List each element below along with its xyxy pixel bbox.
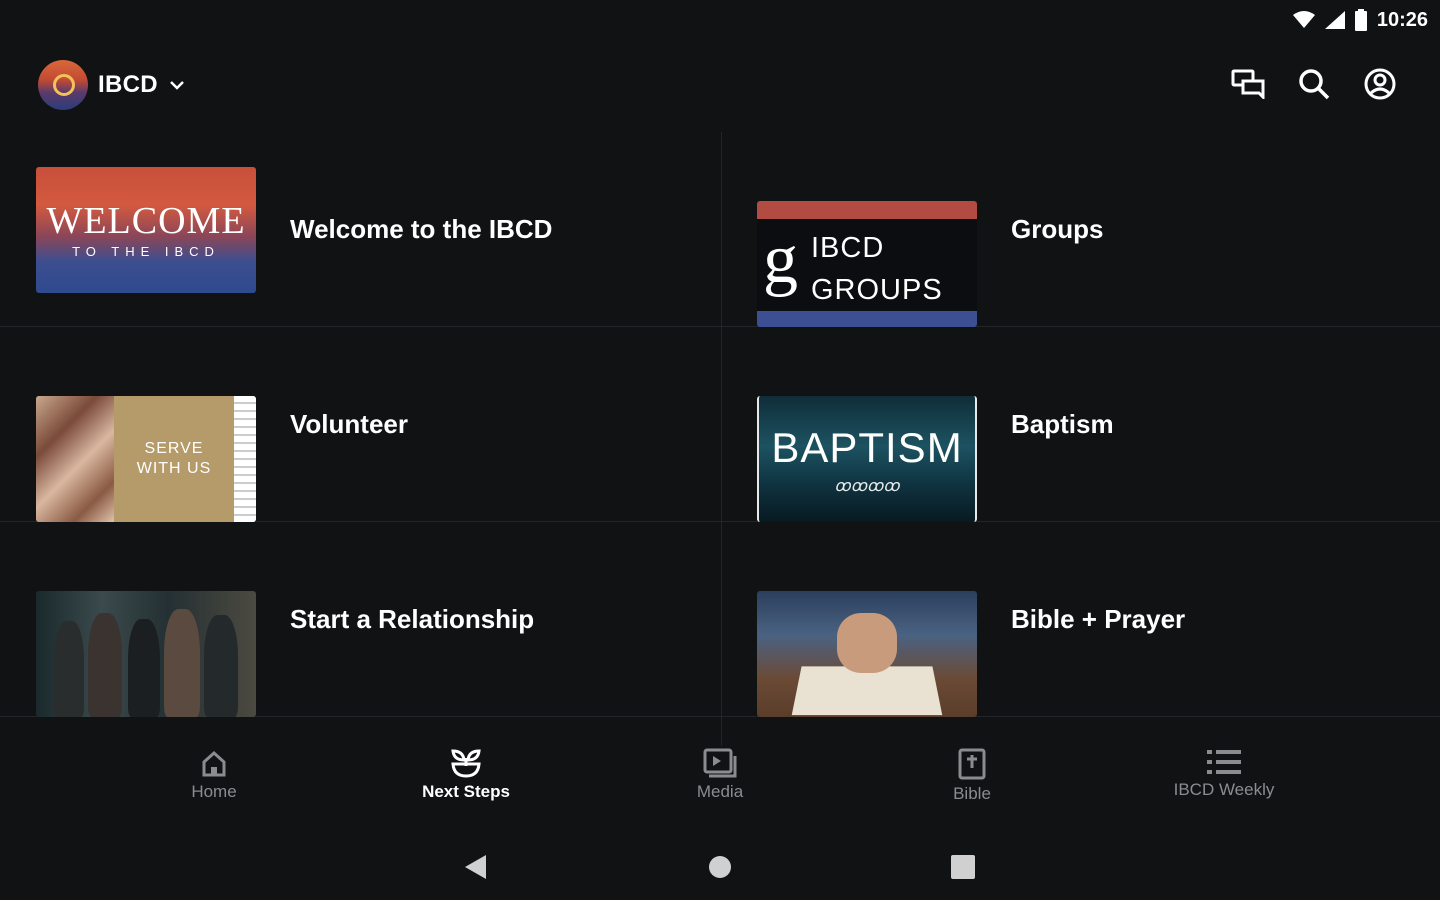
nav-label: IBCD Weekly <box>1173 780 1275 799</box>
bottom-navigation: Home Next Steps Media Bible IBCD Weekly <box>0 748 1440 828</box>
welcome-thumbnail: WELCOME TO THE IBCD <box>36 167 256 293</box>
system-recents-button[interactable] <box>948 852 978 882</box>
church-switcher[interactable]: IBCD <box>38 60 186 110</box>
card-label: Groups <box>1011 213 1104 244</box>
card-label: Bible + Prayer <box>1011 603 1186 634</box>
card-label: Welcome to the IBCD <box>290 213 553 244</box>
chat-icon <box>1231 69 1265 99</box>
home-icon <box>202 750 226 777</box>
list-icon <box>1207 750 1241 774</box>
grid-row: SERVE WITH US Volunteer BAPTISM ꝏꝏꝏꝏ Bapt… <box>0 327 1440 522</box>
nav-label: Bible <box>953 784 991 803</box>
grid-row: WELCOME TO THE IBCD Welcome to the IBCD … <box>0 132 1440 327</box>
church-logo <box>38 60 88 110</box>
app-bar: IBCD <box>0 50 1440 120</box>
system-back-button[interactable] <box>460 852 490 882</box>
groups-thumbnail: g IBCD GROUPS <box>757 201 977 327</box>
open-bible-image <box>791 666 943 716</box>
nav-label: Next Steps <box>422 782 510 801</box>
system-home-button[interactable] <box>705 852 735 882</box>
volunteer-thumb-line2: WITH US <box>136 460 212 477</box>
card-label: Start a Relationship <box>290 603 535 634</box>
volunteer-thumb-line1: SERVE <box>144 440 204 457</box>
back-triangle-icon <box>465 855 486 879</box>
relationship-thumbnail <box>36 591 256 717</box>
chevron-down-icon <box>169 81 184 90</box>
search-button[interactable] <box>1296 66 1332 102</box>
media-icon <box>703 748 737 778</box>
search-icon <box>1299 69 1330 100</box>
recents-square-icon <box>951 855 975 879</box>
status-time: 10:26 <box>1376 8 1428 31</box>
messages-button[interactable] <box>1230 66 1266 102</box>
welcome-thumb-title: WELCOME <box>46 199 246 242</box>
sprout-icon <box>451 749 481 778</box>
card-groups[interactable]: g IBCD GROUPS Groups <box>721 132 1440 327</box>
bible-prayer-thumbnail <box>757 591 977 717</box>
ticket-strip <box>234 396 256 522</box>
nav-ibcd-weekly[interactable]: IBCD Weekly <box>1144 748 1304 800</box>
church-name: IBCD <box>98 71 158 98</box>
nav-label: Media <box>696 782 744 801</box>
home-circle-icon <box>709 856 731 878</box>
nav-home[interactable]: Home <box>134 748 294 802</box>
account-circle-icon <box>1364 68 1396 100</box>
nav-bible[interactable]: Bible <box>892 748 1052 804</box>
card-label: Baptism <box>1011 408 1114 439</box>
welcome-thumb-subtitle: TO THE IBCD <box>72 243 220 259</box>
nav-next-steps[interactable]: Next Steps <box>386 748 546 802</box>
battery-icon <box>1354 9 1367 31</box>
baptism-thumb-title: BAPTISM <box>771 424 963 471</box>
baptism-thumbnail: BAPTISM ꝏꝏꝏꝏ <box>757 396 977 522</box>
praying-hands-image <box>837 613 897 673</box>
card-volunteer[interactable]: SERVE WITH US Volunteer <box>0 327 720 522</box>
groups-thumb-glyph: g <box>763 221 798 298</box>
card-start-relationship[interactable]: Start a Relationship <box>0 522 720 717</box>
volunteer-thumbnail: SERVE WITH US <box>36 396 256 522</box>
nav-label: Home <box>191 782 237 801</box>
next-steps-grid: WELCOME TO THE IBCD Welcome to the IBCD … <box>0 132 1440 746</box>
profile-button[interactable] <box>1362 66 1398 102</box>
hands-image <box>36 396 114 522</box>
card-bible-prayer[interactable]: Bible + Prayer <box>721 522 1440 717</box>
baptism-thumb-script: ꝏꝏꝏꝏ <box>834 478 900 495</box>
card-welcome[interactable]: WELCOME TO THE IBCD Welcome to the IBCD <box>0 132 720 326</box>
grid-row: Start a Relationship Bible + Prayer <box>0 522 1440 717</box>
card-label: Volunteer <box>290 408 408 439</box>
bible-icon <box>958 748 986 780</box>
status-bar: 10:26 <box>1292 0 1440 40</box>
card-baptism[interactable]: BAPTISM ꝏꝏꝏꝏ Baptism <box>721 327 1440 522</box>
wifi-icon <box>1292 11 1315 28</box>
system-navigation <box>0 846 1440 886</box>
nav-media[interactable]: Media <box>640 748 800 802</box>
groups-thumb-line1: IBCD <box>811 232 885 264</box>
cell-signal-icon <box>1324 11 1345 29</box>
groups-thumb-line2: GROUPS <box>811 274 943 306</box>
